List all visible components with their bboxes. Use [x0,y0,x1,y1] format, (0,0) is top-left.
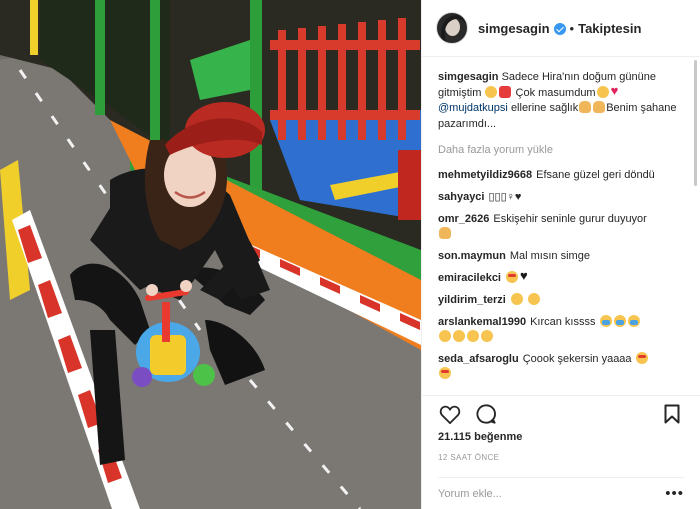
thumbs-up-emoji-icon [439,227,451,239]
avatar[interactable] [436,12,468,44]
post-caption: simgesagin Sadece Hira'nın doğum gününe … [438,70,684,132]
comment-text: Efsane güzel geri döndü [536,169,655,181]
face-emoji-icon [467,330,479,342]
comment-item: sahyayci ▯▯▯♀♥ [438,190,684,205]
comment-item: seda_afsaroglu Çoook şekersin yaaaa [438,352,684,382]
comment-item: yildirim_terzi [438,293,684,308]
load-more-comments-link[interactable]: Daha fazla yorum yükle [438,144,684,156]
bookmark-icon[interactable] [660,402,684,426]
people-emoji-icon [499,85,512,98]
blush-emoji-icon [596,85,609,98]
comment-text: Çoook şekersin yaaaa [522,353,632,365]
comment-username[interactable]: sahyayci [438,191,484,203]
crying-emoji-icon [599,315,612,327]
header-separator: • [569,20,575,36]
heart-eyes-emoji-icon [506,271,518,283]
caption-text-3: ellerine sağlık [510,102,579,114]
caption-mention-link[interactable]: @mujdatkupsi [438,102,508,114]
ok-hand-emoji-icon [579,101,592,113]
comment-username[interactable]: seda_afsaroglu [438,353,519,365]
instagram-post: simgesagin • Takiptesin simgesagin Sadec… [0,0,700,509]
comment-item: son.maymun Mal mısın simge [438,249,684,264]
face-emoji-icon [481,330,493,342]
face-emoji-icon [439,330,451,342]
comment-username[interactable]: mehmetyildiz9668 [438,169,532,181]
following-button[interactable]: Takiptesin [578,21,641,36]
crying-emoji-icon [627,315,640,327]
heart-eyes-emoji-icon [635,352,648,364]
verified-badge-icon [553,23,566,35]
comment-item: arslankemal1990 Kırcan kıssss [438,315,684,345]
comment-text: Mal mısın simge [509,250,590,262]
grin-emoji-icon [527,293,540,305]
comment-username[interactable]: arslankemal1990 [438,316,526,328]
heart-eyes-emoji-icon [439,367,451,379]
photo-illustration [0,0,421,509]
comment-item: emiracilekci [438,268,684,286]
comments-section: simgesagin Sadece Hira'nın doğum gününe … [422,58,700,390]
comment-text: Eskişehir seninle gurur duyuyor [493,213,647,225]
post-actions-bar [422,395,700,431]
face-emoji-icon [453,330,465,342]
post-photo[interactable] [0,0,421,509]
post-timestamp: 12 SAAT ÖNCE [438,453,500,462]
more-options-icon[interactable]: ••• [665,485,684,502]
post-header: simgesagin • Takiptesin [422,0,700,57]
header-username[interactable]: simgesagin [478,21,550,36]
comment-item: mehmetyildiz9668 Efsane güzel geri döndü [438,168,684,183]
comment-text: ▯▯▯♀♥ [488,191,522,203]
post-panel: simgesagin • Takiptesin simgesagin Sadec… [421,0,700,509]
comment-text: Kırcan kıssss [530,316,596,328]
comment-item: omr_2626 Eskişehir seninle gurur duyuyor [438,212,684,242]
comment-username[interactable]: son.maymun [438,250,506,262]
comment-username[interactable]: yildirim_terzi [438,294,506,306]
comment-bubble-icon[interactable] [474,402,498,426]
add-comment-input[interactable]: Yorum ekle... [438,488,502,500]
comment-username[interactable]: omr_2626 [438,213,489,225]
crying-emoji-icon [613,315,626,327]
grin-emoji-icon [510,293,523,305]
likes-count[interactable]: 21.115 beğenme [438,431,522,443]
like-heart-icon[interactable] [438,402,462,426]
heart-emoji-icon [611,83,622,99]
caption-text-2: Çok masumdum [515,86,596,99]
add-comment-bar: Yorum ekle... ••• [438,477,684,509]
black-heart-emoji-icon [520,268,531,283]
hand-emoji-icon [593,101,606,113]
caption-username[interactable]: simgesagin [438,71,499,83]
comment-username[interactable]: emiracilekci [438,272,501,284]
smiley-emoji-icon [485,85,498,98]
